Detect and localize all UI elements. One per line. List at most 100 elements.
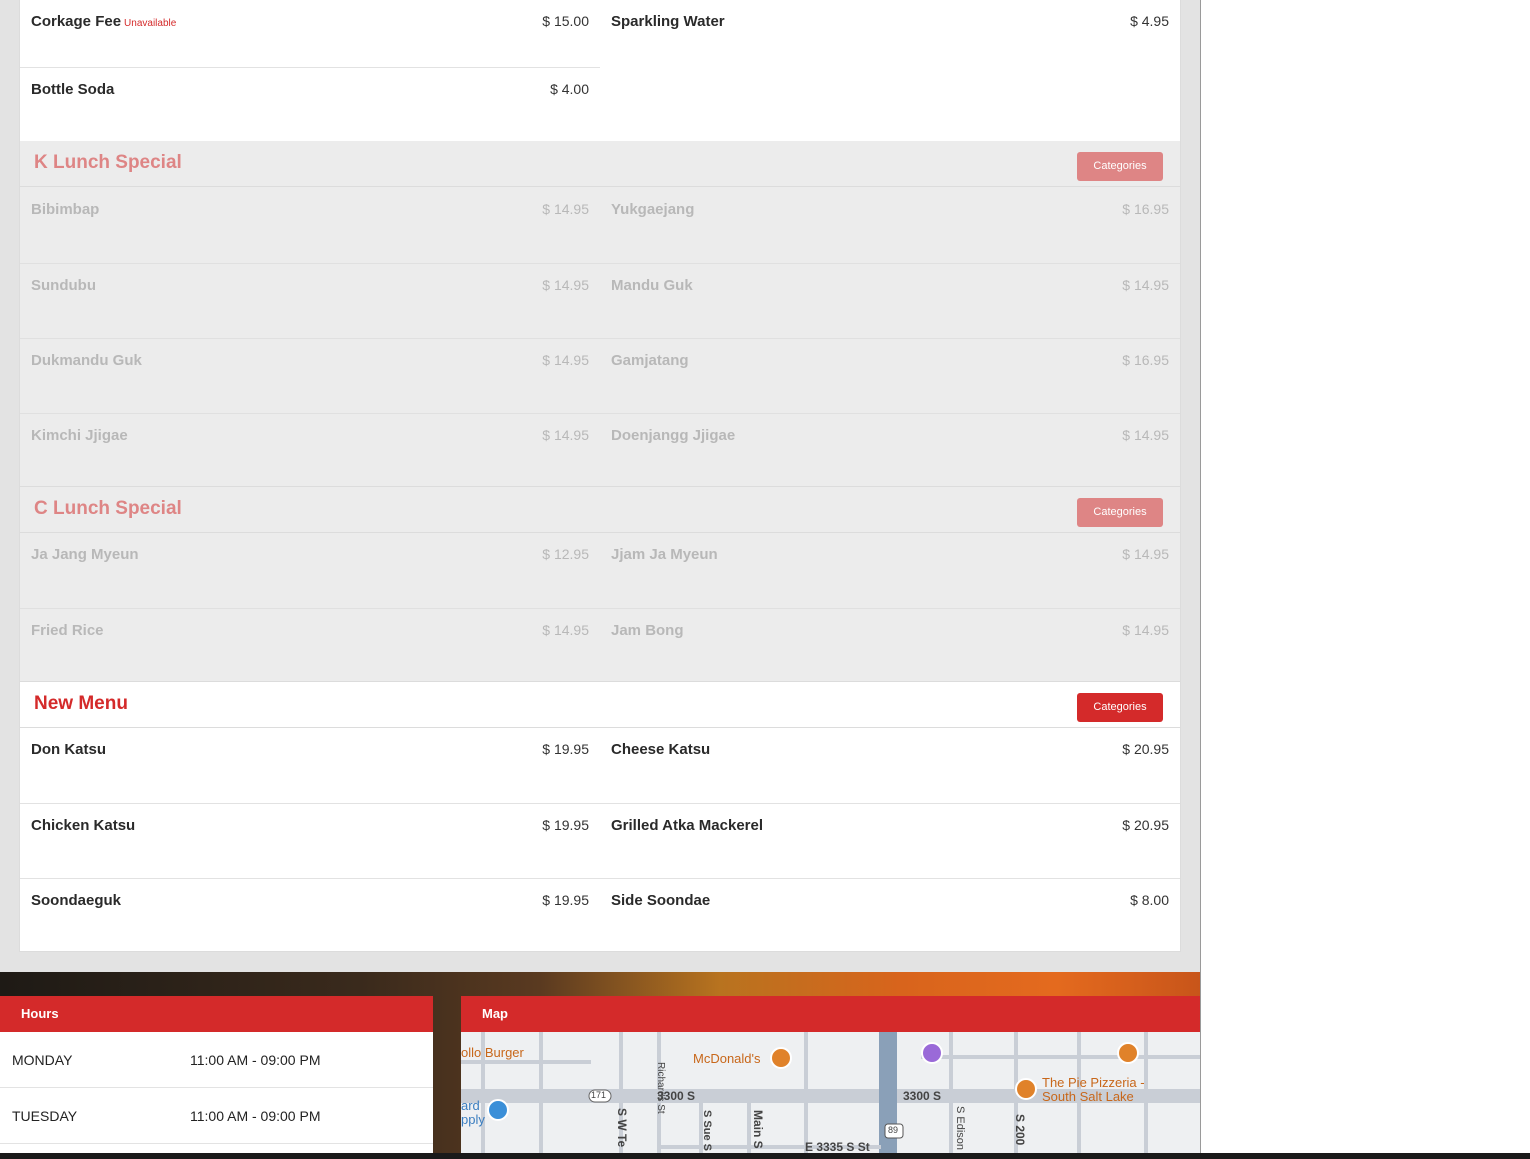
menu-item[interactable]: Jjam Ja Myeun $ 14.95 [600,533,1180,608]
item-price: $ 14.95 [1122,622,1169,638]
map-view[interactable]: ollo Burger McDonald's The Pie Pizzeria … [461,1032,1200,1154]
map-label: 89 [888,1125,899,1135]
menu-row: Don Katsu $ 19.95 Cheese Katsu $ 20.95 [20,728,1180,803]
menu-item[interactable]: Chicken Katsu $ 19.95 [20,804,600,879]
menu-item[interactable]: Sundubu $ 14.95 [20,264,600,339]
categories-button[interactable]: Categories [1077,693,1163,722]
menu-item[interactable]: Doenjangg Jjigae $ 14.95 [600,414,1180,489]
menu-row: Soondaeguk $ 19.95 Side Soondae $ 8.00 [20,878,1180,953]
map-label: S W Te [615,1108,629,1148]
menu-row: Ja Jang Myeun $ 12.95 Jjam Ja Myeun $ 14… [20,533,1180,608]
section-header: New Menu Categories [20,682,1180,728]
categories-button[interactable]: Categories [1077,498,1163,527]
item-name: Don Katsu [31,741,106,758]
map-label: E 3335 S St [805,1140,870,1154]
menu-item[interactable]: Bibimbap $ 14.95 [20,188,600,263]
item-price: $ 14.95 [542,622,589,638]
item-name: Kimchi Jjigae [31,427,128,444]
item-price: $ 4.00 [550,81,589,97]
item-name: Mandu Guk [611,277,693,294]
item-price: $ 16.95 [1122,201,1169,217]
item-price: $ 16.95 [1122,352,1169,368]
menu-item[interactable]: Sparkling Water $ 4.95 [600,0,1180,75]
hours-title: Hours [0,996,433,1032]
item-name: Bottle Soda [31,81,115,98]
item-name: Jjam Ja Myeun [611,546,718,563]
item-price: $ 19.95 [542,817,589,833]
menu-item[interactable]: Yukgaejang $ 16.95 [600,188,1180,263]
item-name: Chicken Katsu [31,817,136,834]
map-label: Richards St [655,1062,666,1114]
menu-item[interactable]: Corkage Fee Unavailable $ 15.00 [20,0,600,75]
map-label: 3300 S [903,1089,942,1103]
map-label: South Salt Lake [1042,1089,1134,1104]
menu-row: Bottle Soda $ 4.00 [20,67,600,142]
map-label: S Edison [954,1106,966,1151]
section-title: New Menu [34,693,128,714]
menu-item[interactable]: Don Katsu $ 19.95 [20,728,600,803]
hours-day: TUESDAY [12,1108,78,1124]
menu-row: Chicken Katsu $ 19.95 Grilled Atka Macke… [20,803,1180,878]
item-price: $ 14.95 [542,201,589,217]
menu-item[interactable]: Jam Bong $ 14.95 [600,609,1180,684]
item-price: $ 12.95 [542,546,589,562]
item-name: Jam Bong [611,622,684,639]
item-price: $ 14.95 [1122,546,1169,562]
hours-row: TUESDAY 11:00 AM - 09:00 PM [0,1088,433,1144]
item-name: Ja Jang Myeun [31,546,139,563]
hours-day: MONDAY [12,1052,73,1068]
map-label: pply [461,1112,485,1127]
blank-area [1200,0,1530,1154]
map-label: The Pie Pizzeria - [1042,1075,1145,1090]
item-price: $ 19.95 [542,741,589,757]
menu-item[interactable]: Ja Jang Myeun $ 12.95 [20,533,600,608]
hours-time: 11:00 AM - 09:00 PM [190,1108,321,1124]
menu-item[interactable]: Gamjatang $ 16.95 [600,339,1180,414]
categories-button[interactable]: Categories [1077,152,1163,181]
map-panel: Map ollo Burger McDonald's The Pie Pizze… [461,996,1200,1154]
menu-item[interactable]: Side Soondae $ 8.00 [600,879,1180,954]
item-name: Soondaeguk [31,892,122,909]
item-price: $ 14.95 [542,427,589,443]
item-price: $ 14.95 [1122,277,1169,293]
section-title: C Lunch Special [34,498,182,519]
item-name: Sparkling Water [611,13,725,30]
section-header: C Lunch Special Categories [20,487,1180,533]
item-price: $ 4.95 [1130,13,1169,29]
item-name: Grilled Atka Mackerel [611,817,764,834]
section-c-lunch-special: C Lunch Special Categories Ja Jang Myeun… [20,486,1180,681]
menu-item[interactable]: Grilled Atka Mackerel $ 20.95 [600,804,1180,879]
item-price: $ 14.95 [542,277,589,293]
menu-row: Fried Rice $ 14.95 Jam Bong $ 14.95 [20,608,1180,683]
item-name: Bibimbap [31,201,100,218]
bottom-bar [0,1153,1530,1159]
item-name: Sundubu [31,277,96,294]
menu-item[interactable]: Bottle Soda $ 4.00 [20,68,600,143]
map-label: ollo Burger [461,1045,524,1060]
hours-time: 11:00 AM - 09:00 PM [190,1052,321,1068]
item-price: $ 20.95 [1122,741,1169,757]
item-name: Corkage Fee [31,13,122,30]
menu-item[interactable]: Mandu Guk $ 14.95 [600,264,1180,339]
menu-item[interactable]: Cheese Katsu $ 20.95 [600,728,1180,803]
item-price: $ 8.00 [1130,892,1169,908]
menu-item[interactable]: Dukmandu Guk $ 14.95 [20,339,600,414]
map-label: Main S [751,1110,765,1149]
menu-row: Sundubu $ 14.95 Mandu Guk $ 14.95 [20,263,1180,338]
item-price: $ 15.00 [542,13,589,29]
map-label: S 200 [1013,1114,1027,1146]
item-price: $ 19.95 [542,892,589,908]
map-label: ard [461,1098,480,1113]
item-price: $ 20.95 [1122,817,1169,833]
item-name: Dukmandu Guk [31,352,142,369]
menu-item[interactable]: Soondaeguk $ 19.95 [20,879,600,954]
menu-row: Bibimbap $ 14.95 Yukgaejang $ 16.95 [20,188,1180,263]
menu-item[interactable]: Kimchi Jjigae $ 14.95 [20,414,600,489]
page-content: Corkage Fee Unavailable $ 15.00 Sparkling… [0,0,1200,1159]
menu-item[interactable]: Fried Rice $ 14.95 [20,609,600,684]
section-title: K Lunch Special [34,152,182,173]
section-new-menu: New Menu Categories Don Katsu $ 19.95 Ch… [20,681,1180,951]
unavailable-badge: Unavailable [124,18,177,29]
section-header: K Lunch Special Categories [20,141,1180,187]
hours-row: MONDAY 11:00 AM - 09:00 PM [0,1032,433,1088]
